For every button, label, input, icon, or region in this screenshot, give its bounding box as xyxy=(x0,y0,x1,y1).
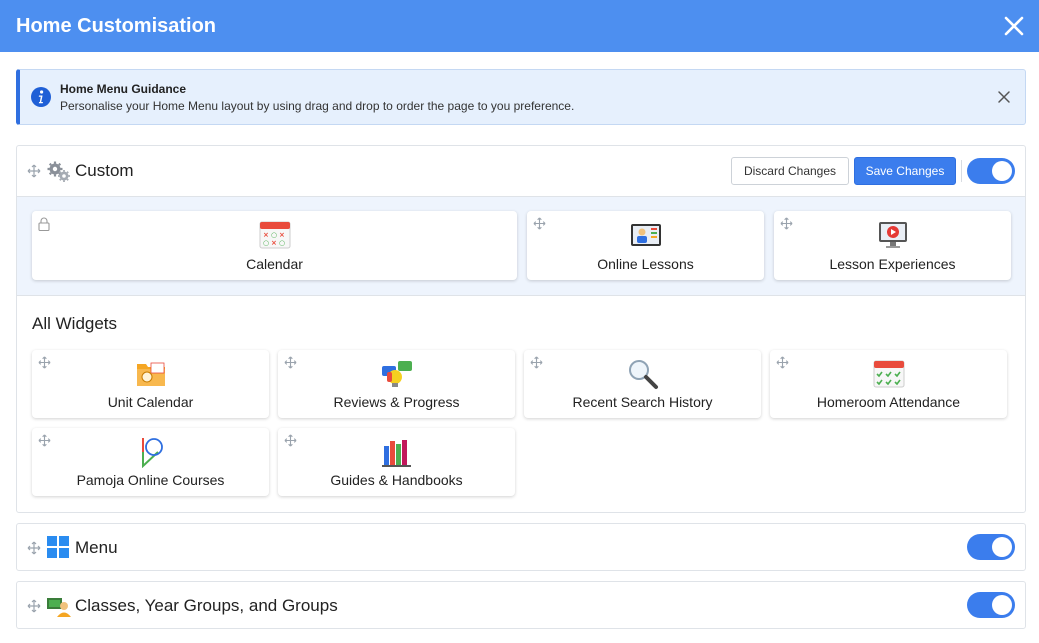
svg-text:×: × xyxy=(271,239,277,247)
svg-text:○: ○ xyxy=(279,239,285,247)
card-label: Reviews & Progress xyxy=(333,394,460,410)
toggle-knob xyxy=(992,161,1012,181)
classroom-icon xyxy=(47,598,71,617)
card-label: Pamoja Online Courses xyxy=(76,472,225,488)
widget-card-recent-search-history[interactable]: Recent Search History xyxy=(524,350,761,418)
widget-card-pamoja-online-courses[interactable]: Pamoja Online Courses xyxy=(32,428,269,496)
custom-panel: Custom Discard Changes Save Changes × ○ × … xyxy=(16,145,1026,513)
dialog-header: Home Customisation xyxy=(0,0,1039,52)
menu-panel: Menu xyxy=(16,523,1026,571)
online-lessons-icon xyxy=(630,224,661,246)
widget-card-homeroom-attendance[interactable]: Homeroom Attendance xyxy=(770,350,1007,418)
dialog-title: Home Customisation xyxy=(16,14,217,37)
pinned-card-calendar[interactable]: × ○ × ○ × ○ Calendar xyxy=(32,211,517,280)
pamoja-icon xyxy=(141,438,163,468)
svg-text:○: ○ xyxy=(271,231,277,239)
drag-handle-icon[interactable] xyxy=(27,541,41,555)
calendar-icon: × ○ × ○ × ○ xyxy=(259,221,290,249)
card-label: Calendar xyxy=(246,256,303,272)
custom-panel-title: Custom xyxy=(75,161,134,180)
classes-panel-title: Classes, Year Groups, and Groups xyxy=(75,596,338,615)
drag-handle-icon[interactable] xyxy=(38,356,51,369)
info-icon xyxy=(31,87,51,107)
drag-handle-icon[interactable] xyxy=(776,356,789,369)
classes-toggle[interactable] xyxy=(967,592,1015,618)
drag-handle-icon[interactable] xyxy=(780,217,793,230)
pinned-card-lesson-experiences[interactable]: Lesson Experiences xyxy=(774,211,1011,280)
discard-changes-button[interactable]: Discard Changes xyxy=(731,157,849,185)
alert-text: Personalise your Home Menu layout by usi… xyxy=(60,99,575,113)
toggle-knob xyxy=(992,537,1012,557)
save-changes-button[interactable]: Save Changes xyxy=(854,157,956,185)
close-icon[interactable] xyxy=(1001,13,1027,39)
alert-close-icon[interactable] xyxy=(997,90,1011,104)
lesson-experiences-icon xyxy=(878,222,907,248)
widget-card-unit-calendar[interactable]: Unit Calendar xyxy=(32,350,269,418)
drag-handle-icon[interactable] xyxy=(284,434,297,447)
windows-grid-icon xyxy=(47,536,69,558)
pinned-widgets-area: × ○ × ○ × ○ Calendar Online Lessons Less… xyxy=(17,196,1025,296)
attendance-icon xyxy=(873,360,904,388)
svg-text:×: × xyxy=(279,231,285,239)
reviews-progress-icon xyxy=(381,361,412,387)
pinned-card-online-lessons[interactable]: Online Lessons xyxy=(527,211,764,280)
custom-toggle[interactable] xyxy=(967,158,1015,184)
guidance-alert: Home Menu Guidance Personalise your Home… xyxy=(16,69,1026,125)
gears-icon xyxy=(47,161,70,182)
menu-toggle[interactable] xyxy=(967,534,1015,560)
custom-panel-header: Custom Discard Changes Save Changes xyxy=(17,146,1025,196)
magnifier-icon xyxy=(628,360,658,389)
all-widgets-title: All Widgets xyxy=(32,314,118,333)
svg-text:○: ○ xyxy=(263,239,269,247)
card-label: Unit Calendar xyxy=(107,394,194,410)
drag-handle-icon[interactable] xyxy=(530,356,543,369)
drag-handle-icon[interactable] xyxy=(27,599,41,613)
classes-panel: Classes, Year Groups, and Groups xyxy=(16,581,1026,629)
widget-card-reviews-progress[interactable]: Reviews & Progress xyxy=(278,350,515,418)
card-label: Recent Search History xyxy=(572,394,713,410)
toggle-knob xyxy=(992,595,1012,615)
drag-handle-icon[interactable] xyxy=(284,356,297,369)
drag-handle-icon[interactable] xyxy=(38,434,51,447)
widget-card-guides-handbooks[interactable]: Guides & Handbooks xyxy=(278,428,515,496)
card-label: Guides & Handbooks xyxy=(330,472,463,488)
card-label: Online Lessons xyxy=(597,256,694,272)
drag-handle-icon[interactable] xyxy=(533,217,546,230)
books-icon xyxy=(381,440,411,467)
header-divider xyxy=(961,160,962,182)
alert-title: Home Menu Guidance xyxy=(60,82,187,96)
card-label: Homeroom Attendance xyxy=(816,394,961,410)
svg-text:×: × xyxy=(263,231,269,239)
menu-panel-title: Menu xyxy=(75,538,118,557)
card-label: Lesson Experiences xyxy=(829,256,956,272)
drag-handle-icon[interactable] xyxy=(27,164,41,178)
lock-icon xyxy=(38,217,50,231)
unit-calendar-icon xyxy=(136,362,165,386)
